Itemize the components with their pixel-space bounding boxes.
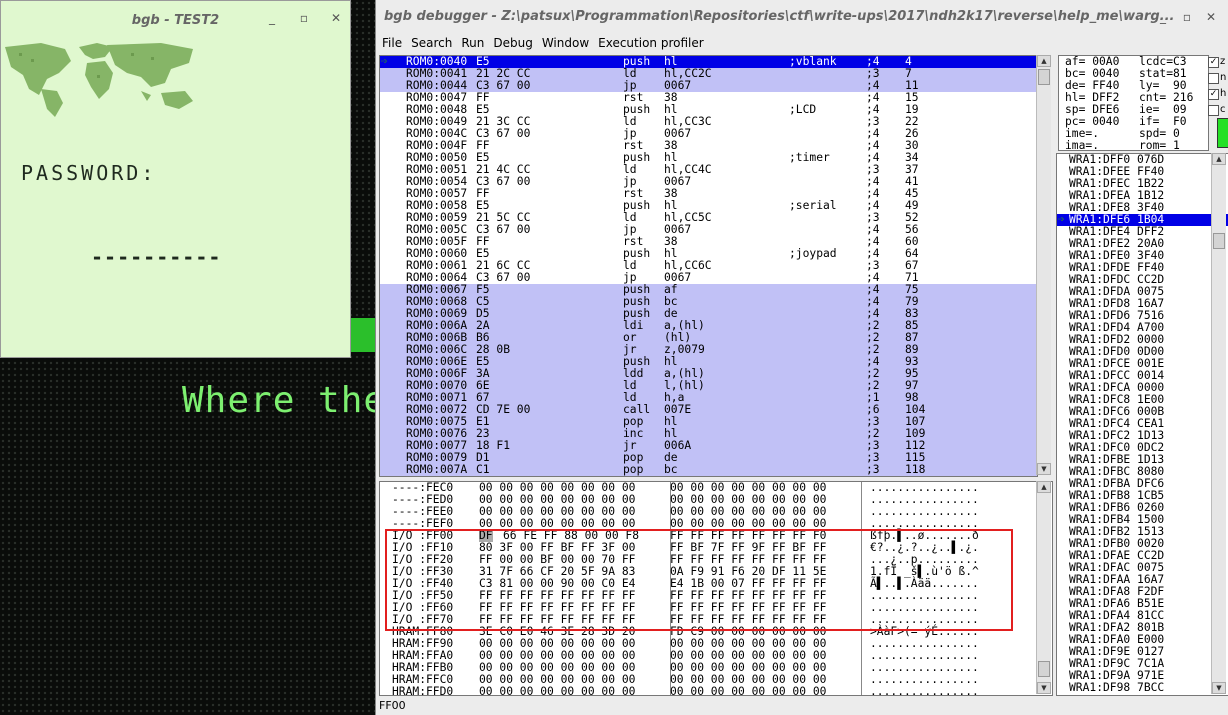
maximize-icon[interactable]: ▫ <box>1180 10 1194 24</box>
annotation-highlight-box <box>385 529 1013 631</box>
flag-label: z <box>1220 56 1226 67</box>
debugger-titlebar: bgb debugger - Z:\patsux\Programmation\R… <box>376 0 1228 36</box>
disassembly-row[interactable]: ROM0:007A C1 pop bc ;3 118 <box>380 464 1037 476</box>
maximize-icon[interactable]: ▫ <box>297 11 311 25</box>
menu-execution-profiler[interactable]: Execution profiler <box>598 36 704 50</box>
register-cpu[interactable]: ima=. <box>1065 140 1099 151</box>
close-icon[interactable]: ✕ <box>1204 10 1218 24</box>
minimize-icon[interactable]: _ <box>1156 10 1170 24</box>
disasm-cm: ;LCD <box>789 103 817 116</box>
flag-label: n <box>1220 72 1227 83</box>
disasm-addr: ROM0:007A <box>406 463 468 476</box>
disasm-cm: ;timer <box>789 151 830 164</box>
memory-hex-right: 00 00 00 00 00 00 00 00 <box>670 685 827 696</box>
menu-file[interactable]: File <box>382 36 402 50</box>
minimize-icon[interactable]: _ <box>265 11 279 25</box>
emulator-titlebar: bgb - TEST2 _ ▫ ✕ <box>1 1 350 39</box>
scroll-up-icon[interactable]: ▲ <box>1212 153 1226 165</box>
disassembly-scrollbar[interactable]: ▲ ▼ <box>1036 55 1051 475</box>
debugger-title: bgb debugger - Z:\patsux\Programmation\R… <box>384 9 1175 24</box>
menu-search[interactable]: Search <box>411 36 452 50</box>
disasm-tot: 118 <box>905 463 926 476</box>
gameboy-screen: PASSWORD: ---------- <box>1 39 350 357</box>
register-row: ima=. rom= 1 <box>1059 140 1208 151</box>
menu-bar: File Search Run Debug Window Execution profil… <box>376 36 1228 54</box>
flag-z-checkbox[interactable]: ✓ z <box>1208 56 1228 69</box>
disasm-cm: ;joypad <box>789 247 837 260</box>
disasm-cm: ;serial <box>789 199 837 212</box>
close-icon[interactable]: ✕ <box>329 11 343 25</box>
menu-debug[interactable]: Debug <box>493 36 532 50</box>
debugger-window: bgb debugger - Z:\patsux\Programmation\R… <box>375 0 1228 715</box>
disasm-op: bc <box>664 463 678 476</box>
scroll-down-icon[interactable]: ▼ <box>1212 682 1226 694</box>
disasm-bytes: C1 <box>476 463 490 476</box>
emulator-window: bgb - TEST2 _ ▫ ✕ PASSWORD: ---------- <box>0 0 351 358</box>
checkbox-icon[interactable]: ✓ <box>1208 89 1219 100</box>
world-map-icon <box>5 43 193 117</box>
flag-label: h <box>1220 88 1227 99</box>
terminal-cursor-block <box>350 318 376 352</box>
memory-scrollbar[interactable]: ▲ ▼ <box>1036 481 1051 694</box>
terminal-text: Where the <box>182 380 387 421</box>
disasm-cm: ;vblank <box>789 55 837 68</box>
stack-entry: WRA1:DF98 7BCC <box>1069 681 1165 694</box>
stack-pane[interactable]: WRA1:DFF0 076D WRA1:DFEE FF40 WRA1:DFEC 1B… <box>1056 153 1228 696</box>
checkbox-icon[interactable] <box>1208 73 1219 84</box>
memory-pane[interactable]: ----:FEC0 00 00 00 00 00 00 00 00 00 00 00… <box>379 481 1053 696</box>
flag-n-checkbox[interactable]: n <box>1208 72 1228 85</box>
scroll-thumb[interactable] <box>1213 233 1225 249</box>
speed-indicator <box>1217 118 1228 148</box>
menu-run[interactable]: Run <box>461 36 484 50</box>
checkbox-icon[interactable]: ✓ <box>1208 57 1219 68</box>
scroll-down-icon[interactable]: ▼ <box>1037 682 1051 694</box>
memory-ascii: ................ <box>870 685 979 696</box>
registers-pane[interactable]: af= 00A0 lcdc=C3 bc= 0040 stat=81 de= FF40 ly… <box>1058 55 1209 151</box>
stack-scrollbar[interactable]: ▲ ▼ <box>1211 153 1226 694</box>
disasm-mn: pop <box>623 463 644 476</box>
scroll-thumb[interactable] <box>1038 661 1050 677</box>
scroll-up-icon[interactable]: ▲ <box>1037 55 1051 67</box>
password-label: PASSWORD: <box>21 161 157 185</box>
stack-row[interactable]: WRA1:DF98 7BCC <box>1057 682 1228 694</box>
flag-label: c <box>1220 104 1226 115</box>
password-input-display[interactable]: ---------- <box>91 245 221 269</box>
memory-row[interactable]: HRAM:FFD0 00 00 00 00 00 00 00 00 00 00 00… <box>380 686 1052 696</box>
scroll-up-icon[interactable]: ▲ <box>1037 481 1051 493</box>
scroll-down-icon[interactable]: ▼ <box>1037 463 1051 475</box>
disassembly-pane[interactable]: ➩ ROM0:0040 E5 push hl ;vblank ;4 4 ROM0:0041 21 … <box>379 55 1038 477</box>
checkbox-icon[interactable] <box>1208 105 1219 116</box>
scroll-thumb[interactable] <box>1038 69 1050 85</box>
register-io[interactable]: rom= 1 <box>1139 140 1180 151</box>
arrow-right-icon: ➩ <box>381 55 388 68</box>
status-bar: FF00 <box>376 697 1228 715</box>
disasm-cy: ;3 <box>866 463 880 476</box>
memory-address: HRAM:FFD0 <box>392 685 454 696</box>
arrow-right-icon: ➩ <box>1058 213 1065 226</box>
flag-h-checkbox[interactable]: ✓ h <box>1208 88 1228 101</box>
menu-window[interactable]: Window <box>542 36 589 50</box>
memory-hex-left: 00 00 00 00 00 00 00 00 <box>479 685 636 696</box>
flag-c-checkbox[interactable]: c <box>1208 104 1228 117</box>
